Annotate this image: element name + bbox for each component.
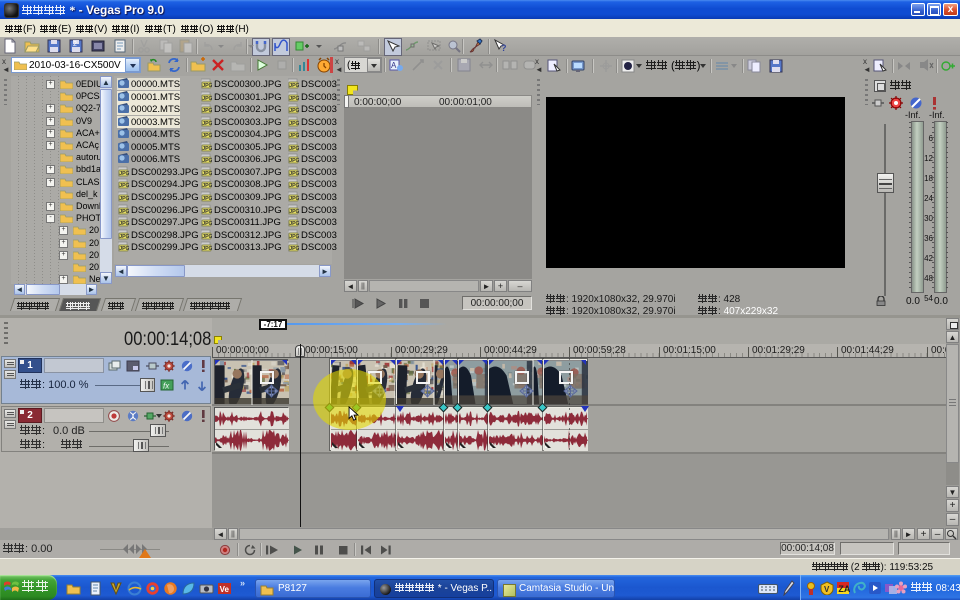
svg-text:ZA: ZA [838,584,850,594]
svg-text:Ve: Ve [220,585,230,594]
svg-text:V: V [824,585,830,594]
svg-text:fx: fx [163,382,170,391]
